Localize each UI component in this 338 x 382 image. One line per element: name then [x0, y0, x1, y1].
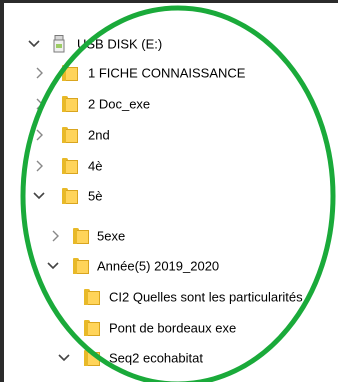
chevron-down-icon[interactable] [27, 37, 41, 51]
tree-item-label: Seq2 ecohabitat [109, 350, 203, 366]
chevron-right-icon[interactable] [33, 66, 47, 80]
chevron-right-icon[interactable] [33, 128, 47, 142]
tree-item-label: 5exe [97, 228, 126, 244]
folder-icon [84, 320, 100, 336]
chevron-down-icon[interactable] [32, 189, 46, 203]
chevron-right-icon[interactable] [33, 97, 47, 111]
folder-icon [62, 65, 78, 81]
tree-item-label: 2nd [88, 127, 110, 143]
tree-item-folder[interactable]: 4è [0, 151, 338, 181]
tree-item-label: Année(5) 2019_2020 [97, 258, 220, 274]
folder-icon [73, 228, 89, 244]
folder-icon [62, 96, 78, 112]
chevron-down-icon[interactable] [57, 351, 71, 365]
tree-item-folder[interactable]: 5è [0, 181, 338, 211]
tree-item-folder[interactable]: CI2 Quelles sont les particularités [0, 282, 338, 312]
navigation-pane: USB DISK (E:) 1 FICHE CONNAISSANCE 2 Doc… [0, 0, 338, 382]
tree-item-folder[interactable]: 5exe [0, 221, 338, 251]
tree-item-label: 5è [88, 188, 103, 204]
tree-item-folder[interactable]: 2 Doc_exe [0, 89, 338, 119]
folder-icon [84, 350, 100, 366]
chevron-down-icon[interactable] [46, 259, 60, 273]
folder-icon [73, 258, 89, 274]
tree-item-folder[interactable]: 2nd [0, 120, 338, 150]
tree-item-folder[interactable]: Pont de bordeaux exe [0, 313, 338, 343]
tree-item-folder[interactable]: Année(5) 2019_2020 [0, 251, 338, 281]
tree-item-label: USB DISK (E:) [77, 36, 163, 52]
folder-icon [62, 188, 78, 204]
tree-item-folder[interactable]: 1 FICHE CONNAISSANCE [0, 58, 338, 88]
chevron-right-icon[interactable] [33, 159, 47, 173]
tree-item-label: Pont de bordeaux exe [109, 320, 237, 336]
tree-item-folder[interactable]: Seq2 ecohabitat [0, 343, 338, 373]
folder-icon [62, 158, 78, 174]
tree-item-usb-disk[interactable]: USB DISK (E:) [0, 29, 338, 59]
window-frame-top [0, 0, 338, 3]
folder-icon [62, 127, 78, 143]
tree-item-label: 2 Doc_exe [88, 96, 151, 112]
chevron-right-icon[interactable] [49, 229, 63, 243]
usb-drive-icon [53, 35, 65, 53]
folder-icon [84, 289, 100, 305]
tree-item-label: CI2 Quelles sont les particularités [109, 289, 303, 305]
tree-item-label: 1 FICHE CONNAISSANCE [88, 65, 246, 81]
tree-item-label: 4è [88, 158, 103, 174]
